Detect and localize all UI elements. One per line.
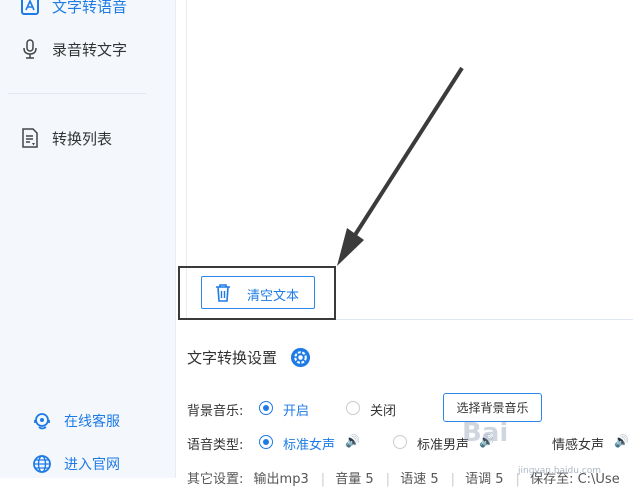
sidebar-item-label: 录音转文字 — [52, 40, 128, 59]
sidebar-item-recording-to-text[interactable]: 录音转文字 — [0, 29, 176, 69]
sidebar-item-conversion-list[interactable]: 转换列表 — [0, 118, 176, 158]
bg-music-on-label[interactable]: 开启 — [283, 400, 309, 419]
baidu-watermark-url: jingyan.baidu.com — [518, 466, 602, 476]
voice-female-label[interactable]: 标准女声 — [283, 434, 335, 453]
speaker-icon[interactable]: 🔊 — [614, 434, 629, 448]
sidebar: 文字转语音 录音转文字 转换列表 在线客服 进入官网 — [0, 0, 176, 478]
sidebar-divider — [8, 93, 146, 94]
other-settings-label: 其它设置: — [187, 472, 244, 487]
microphone-icon — [20, 39, 40, 59]
baidu-watermark: Bai — [462, 418, 509, 448]
text-to-speech-icon — [20, 0, 40, 16]
speed-value[interactable]: 语速 5 — [400, 472, 438, 487]
gear-icon[interactable] — [290, 347, 311, 368]
bg-music-off-label[interactable]: 关闭 — [370, 400, 396, 419]
sidebar-item-text-to-speech[interactable]: 文字转语音 — [0, 0, 176, 26]
voice-emotional-label[interactable]: 情感女声 — [552, 434, 604, 453]
bg-music-off-radio[interactable] — [346, 401, 360, 415]
customer-service-label: 在线客服 — [64, 414, 120, 430]
bg-music-on-radio[interactable] — [259, 401, 273, 415]
pitch-value[interactable]: 语调 5 — [465, 472, 503, 487]
voice-female-radio[interactable] — [259, 435, 273, 449]
sidebar-item-label: 转换列表 — [52, 129, 113, 148]
clear-text-label: 清空文本 — [247, 289, 300, 304]
voice-type-label: 语音类型: — [187, 438, 244, 453]
conversion-list-icon — [20, 128, 40, 148]
output-format-value[interactable]: 输出mp3 — [254, 472, 309, 487]
clear-text-button[interactable]: 清空文本 — [201, 276, 315, 309]
settings-title: 文字转换设置 — [187, 349, 278, 367]
trash-icon — [214, 283, 232, 307]
customer-service-link[interactable]: 在线客服 — [0, 406, 176, 436]
globe-icon — [32, 454, 52, 474]
sidebar-item-label: 文字转语音 — [52, 0, 128, 16]
volume-value[interactable]: 音量 5 — [335, 472, 373, 487]
voice-male-radio[interactable] — [393, 435, 407, 449]
speaker-icon[interactable]: 🔊 — [345, 434, 360, 448]
official-site-label: 进入官网 — [64, 457, 120, 473]
bg-music-label: 背景音乐: — [187, 404, 244, 419]
official-site-link[interactable]: 进入官网 — [0, 449, 176, 479]
customer-service-icon — [32, 411, 52, 431]
